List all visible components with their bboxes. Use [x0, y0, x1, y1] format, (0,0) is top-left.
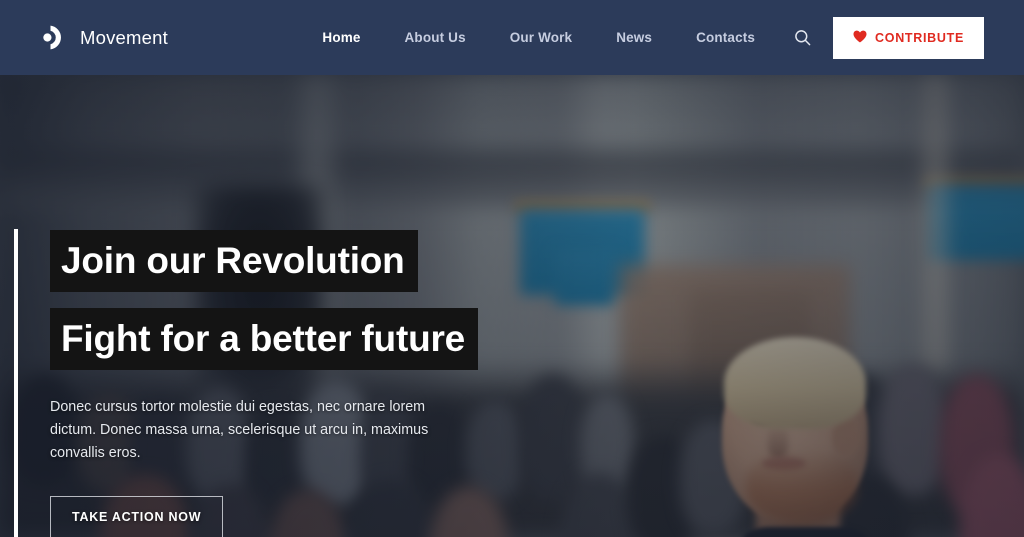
search-button[interactable]: [785, 21, 819, 55]
nav-item-our-work[interactable]: Our Work: [488, 30, 594, 45]
hero-paragraph: Donec cursus tortor molestie dui egestas…: [50, 399, 429, 462]
contribute-label: CONTRIBUTE: [875, 30, 964, 45]
nav-item-contacts[interactable]: Contacts: [674, 30, 777, 45]
contribute-button[interactable]: CONTRIBUTE: [833, 16, 984, 59]
heart-icon: [853, 30, 867, 46]
site-header: Movement Home About Us Our Work News Con…: [0, 0, 1024, 75]
nav-item-about-us[interactable]: About Us: [383, 30, 488, 45]
nav-item-home[interactable]: Home: [300, 30, 382, 45]
nav-item-news[interactable]: News: [594, 30, 674, 45]
hero-content: Join our Revolution Fight for a better f…: [50, 230, 570, 537]
foreground-protester: [700, 337, 950, 537]
circle-dot-logo-icon: [40, 24, 67, 51]
hero-headline-line-1: Join our Revolution: [50, 230, 418, 292]
brand-logo-link[interactable]: Movement: [40, 24, 168, 51]
take-action-now-button[interactable]: TAKE ACTION NOW: [50, 496, 224, 537]
hero-headline-line-2: Fight for a better future: [50, 308, 479, 370]
hero-section: Join our Revolution Fight for a better f…: [0, 75, 1024, 537]
main-navigation: Home About Us Our Work News Contacts CON…: [300, 16, 1024, 59]
brand-name: Movement: [80, 26, 168, 48]
hero-accent-bar: [14, 229, 18, 537]
search-icon: [794, 29, 811, 46]
